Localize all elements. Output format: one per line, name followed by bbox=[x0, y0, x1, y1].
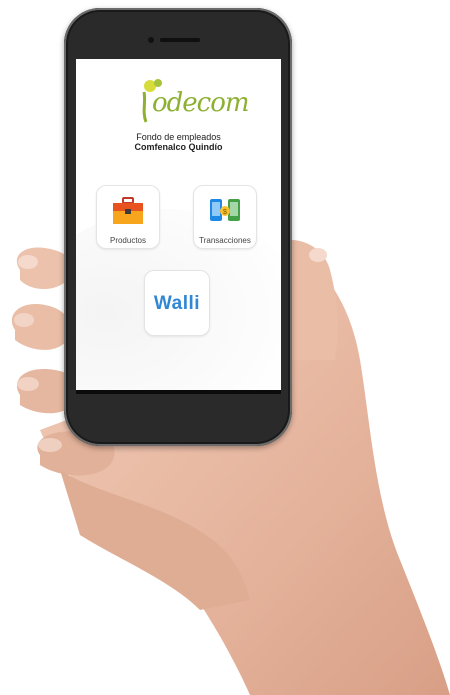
walli-logo: Walli bbox=[153, 293, 201, 314]
toolbox-icon bbox=[113, 197, 143, 224]
productos-button[interactable]: Productos bbox=[96, 185, 160, 249]
productos-label: Productos bbox=[109, 236, 147, 245]
transacciones-label: Transacciones bbox=[199, 236, 251, 245]
svg-text:$: $ bbox=[223, 209, 227, 216]
walli-button[interactable]: Walli bbox=[144, 270, 210, 336]
screen-bottom-bar bbox=[76, 390, 281, 394]
logo-text: odecom bbox=[152, 88, 250, 118]
phone-device: odecom Fondo de empleados Comfenalco Qui… bbox=[64, 8, 292, 446]
exchange-icon: $ bbox=[210, 199, 240, 221]
transacciones-button[interactable]: $ Transacciones bbox=[193, 185, 257, 249]
fodecom-logo: odecom bbox=[136, 74, 250, 129]
app-screen: odecom Fondo de empleados Comfenalco Qui… bbox=[76, 59, 281, 394]
org-name-line1: Fondo de empleados bbox=[136, 132, 221, 142]
front-camera bbox=[148, 37, 154, 43]
earpiece-speaker bbox=[160, 38, 200, 42]
org-name-line2: Comfenalco Quindío bbox=[134, 142, 223, 152]
